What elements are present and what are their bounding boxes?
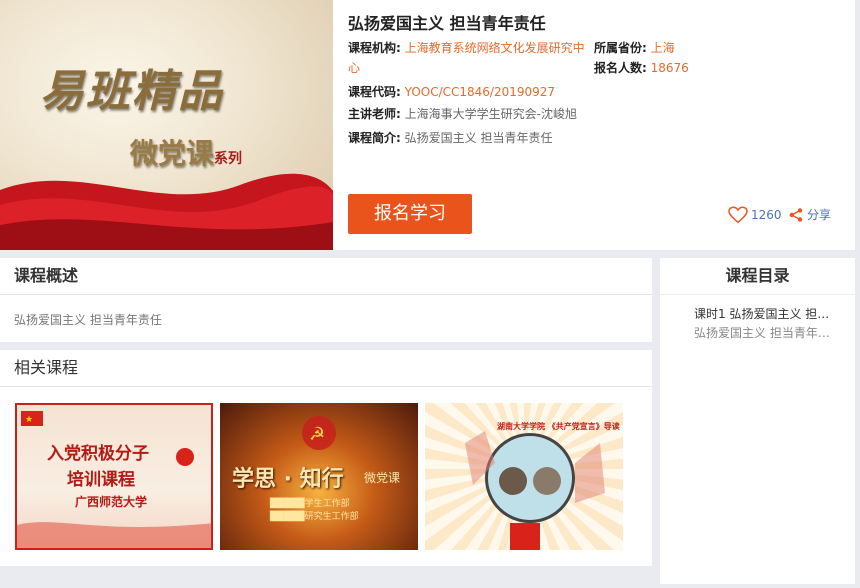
enroll-count-label: 报名人数: xyxy=(594,61,647,75)
info-row-org: 课程机构: 上海教育系统网络文化发展研究中心 所属省份: 上海 报名人数: 18… xyxy=(348,38,848,80)
code-field: 课程代码: YOOC/CC1846/20190927 xyxy=(348,82,848,102)
lesson-desc: 弘扬爱国主义 担当青年责任 xyxy=(694,326,839,340)
course-info: 弘扬爱国主义 担当青年责任 课程机构: 上海教育系统网络文化发展研究中心 所属省… xyxy=(348,12,848,148)
enroll-count-value: 18676 xyxy=(650,61,689,75)
province-value: 上海 xyxy=(650,41,675,55)
heart-icon xyxy=(728,206,748,224)
province-label: 所属省份: xyxy=(594,41,647,55)
related-course-card[interactable]: 湖南大学学院 《共产党宣言》导读 xyxy=(425,403,623,550)
related-courses-panel: 相关课程 ★ 入党积极分子 培训课程 广西师范大学 ☭ 学思 · 知行 微党课 … xyxy=(0,350,652,566)
enroll-button[interactable]: 报名学习 xyxy=(348,194,472,234)
svg-text:★: ★ xyxy=(25,415,33,425)
thumb2-line1: 学思 · 知行 xyxy=(232,467,344,492)
code-value: YOOC/CC1846/20190927 xyxy=(404,85,556,99)
related-course-card[interactable]: ★ 入党积极分子 培训课程 广西师范大学 xyxy=(15,403,213,550)
thumb2-line1b: 微党课 xyxy=(364,471,401,485)
teacher-field: 主讲老师: 上海海事大学学生研究会-沈峻旭 xyxy=(348,104,848,124)
cover-title-big: 易班精品 xyxy=(40,66,224,117)
like-count: 1260 xyxy=(751,208,782,222)
province-enroll-fields: 所属省份: 上海 报名人数: 18676 xyxy=(594,38,689,78)
share-label: 分享 xyxy=(807,208,832,222)
course-cover-image[interactable]: 易班精品 微党课系列 xyxy=(0,0,333,250)
course-catalog-panel: 课程目录 课时1 弘扬爱国主义 担当青年责任 弘扬爱国主义 担当青年责任 xyxy=(660,258,855,584)
intro-field: 课程简介: 弘扬爱国主义 担当青年责任 xyxy=(348,128,848,148)
lesson-title[interactable]: 课时1 弘扬爱国主义 担当青年责任 xyxy=(694,305,839,322)
thumb1-line1: 入党积极分子 xyxy=(47,444,149,464)
catalog-heading: 课程目录 xyxy=(660,258,855,295)
share-icon xyxy=(789,207,803,222)
intro-label: 课程简介: xyxy=(348,131,401,145)
province-field: 所属省份: 上海 xyxy=(594,38,689,58)
teacher-value: 上海海事大学学生研究会-沈峻旭 xyxy=(404,107,577,121)
thumb1-line3: 广西师范大学 xyxy=(75,495,148,509)
thumb2-sub: █████学生工作部 █████研究生工作部 xyxy=(270,498,359,524)
cover-title-small: 微党课系列 xyxy=(130,132,242,172)
code-label: 课程代码: xyxy=(348,85,401,99)
thumb2-sub1: █████学生工作部 xyxy=(270,499,350,509)
org-label: 课程机构: xyxy=(348,41,401,55)
thumb1-line2: 培训课程 xyxy=(67,470,135,490)
cover-red-ribbon xyxy=(0,173,333,250)
thumb2-sub2: █████研究生工作部 xyxy=(270,512,359,522)
overview-heading: 课程概述 xyxy=(0,258,652,295)
share-button[interactable]: 分享 xyxy=(789,206,831,223)
course-title: 弘扬爱国主义 担当青年责任 xyxy=(348,14,546,33)
teacher-label: 主讲老师: xyxy=(348,107,401,121)
cover-title-small-text: 微党课 xyxy=(130,137,215,170)
like-button[interactable]: 1260 xyxy=(728,206,782,224)
related-course-list: ★ 入党积极分子 培训课程 广西师范大学 ☭ 学思 · 知行 微党课 █████… xyxy=(15,403,630,550)
overview-text: 弘扬爱国主义 担当青年责任 xyxy=(14,313,162,327)
intro-value: 弘扬爱国主义 担当青年责任 xyxy=(404,131,553,145)
lesson-item[interactable]: 课时1 弘扬爱国主义 担当青年责任 弘扬爱国主义 担当青年责任 xyxy=(660,295,855,341)
related-heading: 相关课程 xyxy=(0,350,652,387)
map-silhouette-icon xyxy=(465,431,605,550)
course-overview-panel: 课程概述 弘扬爱国主义 担当青年责任 xyxy=(0,258,652,342)
course-header-card: 易班精品 微党课系列 弘扬爱国主义 担当青年责任 课程机构: 上海教育系统网络文… xyxy=(0,0,855,250)
cover-title-suffix: 系列 xyxy=(214,151,243,167)
svg-text:☭: ☭ xyxy=(309,424,325,445)
org-field: 课程机构: 上海教育系统网络文化发展研究中心 xyxy=(348,38,588,78)
related-course-card[interactable]: ☭ 学思 · 知行 微党课 █████学生工作部 █████研究生工作部 xyxy=(220,403,418,550)
enroll-count-field: 报名人数: 18676 xyxy=(594,58,689,78)
